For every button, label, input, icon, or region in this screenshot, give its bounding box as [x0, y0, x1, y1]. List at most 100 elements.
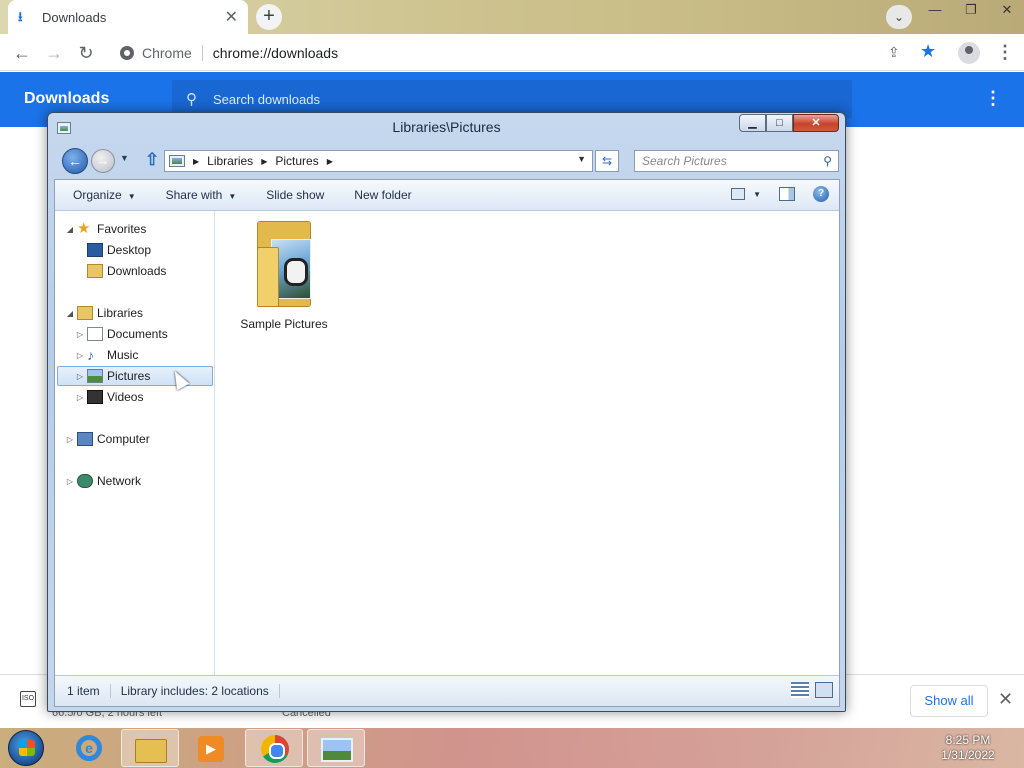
explorer-titlebar[interactable]: Libraries\Pictures ▁ □ ✕: [48, 113, 845, 143]
share-with-button[interactable]: Share with ▼: [166, 188, 237, 202]
organize-button[interactable]: Organize ▼: [73, 188, 136, 202]
downloads-folder-icon: [87, 264, 103, 278]
address-bar[interactable]: ▶ Libraries ▶ Pictures ▶ ▼: [164, 150, 593, 172]
expand-arrow-icon[interactable]: ▷: [75, 351, 85, 360]
caption-buttons: ▁ □ ✕: [739, 114, 839, 132]
taskbar-pictures-window[interactable]: [307, 729, 365, 767]
collapse-arrow-icon[interactable]: ◢: [65, 309, 75, 318]
address-history-dropdown-icon[interactable]: ▼: [577, 154, 586, 164]
share-icon[interactable]: ⇪: [888, 44, 900, 61]
tab-downloads[interactable]: ⭳ Downloads ✕: [8, 0, 248, 34]
up-arrow-icon[interactable]: ⇧: [145, 150, 159, 170]
collapse-arrow-icon[interactable]: ◢: [65, 225, 75, 234]
expand-arrow-icon[interactable]: ▷: [75, 372, 85, 381]
back-button-icon[interactable]: ←: [62, 148, 88, 174]
restore-icon[interactable]: ❐: [962, 2, 980, 18]
page-title: Downloads: [24, 90, 110, 107]
pictures-icon: [87, 369, 103, 383]
expand-arrow-icon[interactable]: ▷: [75, 393, 85, 402]
forward-arrow-icon[interactable]: →: [42, 41, 66, 65]
search-icon: ⚲: [186, 91, 197, 108]
help-icon[interactable]: ?: [813, 186, 829, 202]
nav-network[interactable]: ▷ Network: [65, 471, 141, 491]
explorer-content: Organize ▼ Share with ▼ Slide show New fol…: [54, 179, 840, 707]
taskbar-chrome[interactable]: [245, 729, 303, 767]
nav-music[interactable]: ▷ ♪ Music: [75, 345, 138, 365]
expand-arrow-icon[interactable]: ▷: [65, 477, 75, 486]
explorer-window: Libraries\Pictures ▁ □ ✕ ← → ▼ ⇧ ▶ Libra…: [47, 112, 846, 712]
tab-strip: ⭳ Downloads ✕ + ⌄ — ❐ ✕: [0, 0, 1024, 34]
nav-documents[interactable]: ▷ Documents: [75, 324, 168, 344]
favorites-star-icon: ★: [77, 220, 91, 237]
view-controls: ▼ ?: [731, 186, 829, 202]
details-view-icon[interactable]: [791, 682, 809, 698]
view-options-dropdown-icon[interactable]: ▼: [753, 190, 761, 199]
expand-arrow-icon[interactable]: ▷: [75, 330, 85, 339]
libraries-icon: [77, 306, 93, 320]
internet-explorer-icon: e: [76, 735, 102, 761]
profile-avatar-icon[interactable]: [958, 42, 980, 64]
browser-toolbar: ← → ↻ Chrome chrome://downloads ⇪ ★ ⋮: [0, 34, 1024, 71]
chrome-site-icon: [120, 45, 134, 60]
tab-close-icon[interactable]: ✕: [225, 7, 238, 27]
folder-item[interactable]: Sample Pictures: [238, 217, 330, 331]
clock-date: 1/31/2022: [941, 748, 995, 762]
start-button-icon[interactable]: [8, 730, 44, 766]
taskbar-internet-explorer[interactable]: e: [60, 729, 118, 767]
nav-pictures-label: Pictures: [107, 369, 151, 383]
reload-icon[interactable]: ↻: [74, 41, 98, 65]
refresh-icon[interactable]: ⇆: [595, 150, 619, 172]
search-pictures-input[interactable]: Search Pictures ⚲: [634, 150, 839, 172]
back-arrow-icon[interactable]: ←: [10, 41, 34, 65]
pictures-library-icon: [321, 738, 353, 762]
taskbar-media-player[interactable]: ▶: [182, 729, 240, 767]
breadcrumb-arrow-icon[interactable]: ▶: [261, 157, 267, 166]
slide-show-button[interactable]: Slide show: [266, 188, 324, 202]
new-folder-button[interactable]: New folder: [354, 188, 411, 202]
omnibox[interactable]: Chrome chrome://downloads: [110, 38, 952, 67]
taskbar-file-explorer[interactable]: [121, 729, 179, 767]
omnibox-separator: [201, 44, 203, 61]
nav-desktop[interactable]: Desktop: [85, 240, 151, 260]
minimize-icon[interactable]: —: [926, 2, 944, 18]
breadcrumb-libraries[interactable]: Libraries: [207, 154, 253, 168]
close-button[interactable]: ✕: [793, 114, 839, 132]
recent-pages-dropdown-icon[interactable]: ▼: [120, 153, 129, 163]
share-with-label: Share with: [165, 188, 223, 202]
tab-title: Downloads: [42, 9, 107, 25]
forward-button-icon[interactable]: →: [91, 149, 115, 173]
expand-arrow-icon[interactable]: ▷: [65, 435, 75, 444]
nav-videos[interactable]: ▷ Videos: [75, 387, 143, 407]
breadcrumb-arrow-icon[interactable]: ▶: [193, 157, 199, 166]
library-locations-link[interactable]: Library includes: 2 locations: [121, 684, 280, 698]
show-all-button[interactable]: Show all: [910, 685, 988, 717]
nav-videos-label: Videos: [107, 390, 144, 404]
maximize-button[interactable]: □: [766, 114, 793, 132]
folder-icon: [135, 739, 167, 763]
tab-search-chevron-icon[interactable]: ⌄: [886, 5, 912, 29]
nav-pictures[interactable]: ▷ Pictures: [57, 366, 213, 386]
omnibox-url: chrome://downloads: [212, 44, 339, 61]
computer-icon: [77, 432, 93, 446]
bookmark-star-icon[interactable]: ★: [920, 41, 936, 62]
breadcrumb-arrow-icon[interactable]: ▶: [327, 157, 333, 166]
taskbar: e ▶ 8:25 PM 1/31/2022: [0, 728, 1024, 768]
preview-pane-icon[interactable]: [779, 187, 795, 201]
nav-favorites[interactable]: ◢ ★ Favorites: [65, 219, 146, 239]
large-icons-view-icon[interactable]: [815, 682, 833, 698]
clock-time: 8:25 PM: [945, 733, 991, 747]
breadcrumb-pictures[interactable]: Pictures: [275, 154, 318, 168]
downloads-menu-icon[interactable]: ⋮: [984, 88, 1002, 109]
nav-computer[interactable]: ▷ Computer: [65, 429, 150, 449]
close-icon[interactable]: ✕: [998, 2, 1016, 18]
nav-libraries[interactable]: ◢ Libraries: [65, 303, 143, 323]
system-clock[interactable]: 8:25 PM 1/31/2022: [918, 733, 1018, 763]
nav-downloads[interactable]: Downloads: [85, 261, 166, 281]
search-icon[interactable]: ⚲: [823, 151, 832, 171]
kebab-menu-icon[interactable]: ⋮: [996, 42, 1014, 63]
change-view-icon[interactable]: [731, 188, 746, 200]
shelf-close-icon[interactable]: ✕: [998, 689, 1013, 710]
download-icon: ⭳: [18, 9, 23, 24]
minimize-button[interactable]: ▁: [739, 114, 766, 132]
new-tab-button[interactable]: +: [256, 4, 282, 30]
